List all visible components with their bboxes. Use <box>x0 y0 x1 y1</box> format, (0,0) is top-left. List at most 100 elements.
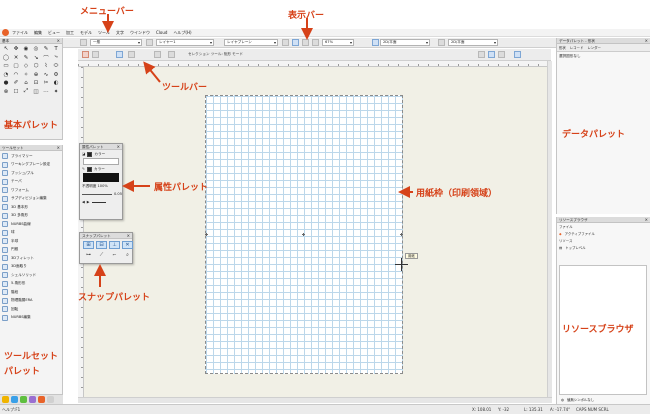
layer-snap-icon[interactable] <box>498 51 505 58</box>
menu-tools[interactable]: ツール <box>98 30 110 36</box>
vertical-scrollbar[interactable] <box>547 61 552 397</box>
close-icon[interactable]: × <box>57 38 60 44</box>
basic-tool-icon[interactable]: ◎ <box>31 45 41 54</box>
rect-mode-icon[interactable] <box>116 51 123 58</box>
toolset-tab-icon[interactable] <box>2 396 9 403</box>
menu-text[interactable]: 文字 <box>116 30 124 36</box>
class-snap-icon[interactable] <box>514 51 521 58</box>
tab-shape[interactable]: 形状 <box>559 45 566 50</box>
toolset-item[interactable]: 円錐 <box>0 246 62 255</box>
basic-tool-icon[interactable]: ⌇ <box>41 62 51 71</box>
basic-tool-icon[interactable]: ◔ <box>1 71 11 80</box>
basic-tool-icon[interactable]: ◫ <box>31 88 41 97</box>
toolset-item[interactable]: 3Dフィレット <box>0 254 62 263</box>
snap-tangent-icon[interactable]: ⟋ <box>96 251 107 258</box>
close-icon[interactable]: × <box>117 144 120 150</box>
opacity-row[interactable]: 不透明度 100% <box>80 182 122 190</box>
basic-tool-icon[interactable]: ⊗ <box>1 88 11 97</box>
marker-row[interactable]: ◀ ▶ <box>80 198 122 206</box>
class-icon[interactable] <box>80 39 87 46</box>
basic-tool-icon[interactable]: ✦ <box>51 88 61 97</box>
basic-tool-icon[interactable]: T <box>51 45 61 54</box>
basic-tool-icon[interactable]: ⬭ <box>51 62 61 71</box>
nav-icon[interactable] <box>282 39 289 46</box>
basic-tool-icon[interactable]: ⤷ <box>51 54 61 63</box>
snap-edge-icon[interactable]: ⌕ <box>122 251 133 258</box>
basic-tool-icon[interactable]: ⚙ <box>51 71 61 80</box>
resize-mode-icon[interactable] <box>92 51 99 58</box>
toolset-item[interactable]: NURBS編集 <box>0 314 62 323</box>
layer-icon[interactable] <box>146 39 153 46</box>
plane-select[interactable]: レイヤプレーン <box>224 39 278 46</box>
horizontal-scrollbar[interactable] <box>78 397 552 403</box>
toolset-item[interactable]: NURBS曲線 <box>0 220 62 229</box>
toolset-item[interactable]: ワーキングプレーン設定 <box>0 161 62 170</box>
menu-edit[interactable]: 編集 <box>34 30 42 36</box>
toolset-item[interactable]: 半球 <box>0 237 62 246</box>
view-icon[interactable] <box>292 39 299 46</box>
poly-mode-icon[interactable] <box>154 51 161 58</box>
toolset-tab-icon[interactable] <box>47 396 54 403</box>
pen-row[interactable]: ✎ カラー <box>80 165 122 173</box>
snap-angle-icon[interactable]: ⊥ <box>109 241 120 249</box>
close-icon[interactable]: × <box>127 233 130 239</box>
basic-tool-icon[interactable]: ◠ <box>11 71 21 80</box>
toolset-item[interactable]: 3D 基本形 <box>0 203 62 212</box>
toolset-item[interactable]: 物理階層ERA <box>0 297 62 306</box>
toolset-item[interactable]: サブディビジョン編集 <box>0 195 62 204</box>
toolset-item[interactable]: プライマリー <box>0 152 62 161</box>
zoom-select[interactable]: 67% <box>322 39 354 46</box>
menu-model[interactable]: モデル <box>80 30 92 36</box>
toolset-item[interactable]: シェルソリッド <box>0 271 62 280</box>
resource-select[interactable]: トップレベル <box>565 245 585 250</box>
basic-tool-icon[interactable]: ✂ <box>41 79 51 88</box>
tab-record[interactable]: レコード <box>570 45 584 50</box>
basic-tool-icon[interactable]: ◇ <box>21 62 31 71</box>
zoom-icon[interactable] <box>312 39 319 46</box>
snap-distance-icon[interactable]: ⊶ <box>83 251 94 258</box>
settings-icon[interactable] <box>168 51 175 58</box>
menu-modify[interactable]: 加工 <box>66 30 74 36</box>
flyover-icon[interactable] <box>302 39 309 46</box>
toolset-item[interactable]: テーパ <box>0 178 62 187</box>
toolset-item[interactable]: 回転 <box>0 305 62 314</box>
basic-tool-icon[interactable]: ⋯ <box>41 88 51 97</box>
select-mode-icon[interactable] <box>82 51 89 58</box>
toolset-item[interactable]: 階段 <box>0 288 62 297</box>
basic-tool-icon[interactable]: ✎ <box>21 54 31 63</box>
toolset-item[interactable]: 3D 多角形 <box>0 212 62 221</box>
toolset-tab-icon[interactable] <box>20 396 27 403</box>
resource-select-row[interactable]: ▤ トップレベル <box>557 244 650 251</box>
render-icon[interactable] <box>438 39 445 46</box>
toolset-tab-icon[interactable] <box>38 396 45 403</box>
file-select-row[interactable]: ◆ アクティブファイル <box>557 230 650 237</box>
basic-tool-icon[interactable]: ⊡ <box>31 79 41 88</box>
basic-tool-icon[interactable]: ✕ <box>11 54 21 63</box>
menu-view[interactable]: ビュー <box>48 30 60 36</box>
basic-tool-icon[interactable]: ☐ <box>11 88 21 97</box>
snap-object-icon[interactable]: ⊟ <box>96 241 107 249</box>
menu-help[interactable]: ヘルプ(H) <box>173 30 191 36</box>
basic-tool-icon[interactable]: ✎ <box>41 45 51 54</box>
toolset-item[interactable]: 球 <box>0 229 62 238</box>
snap-grid-icon[interactable]: ⊞ <box>83 241 94 249</box>
basic-tool-icon[interactable]: ∿ <box>41 71 51 80</box>
basic-tool-icon[interactable]: ▢ <box>11 62 21 71</box>
toolset-tab-icon[interactable] <box>11 396 18 403</box>
fill-row[interactable]: ◪ カラー <box>80 150 122 158</box>
toolset-item[interactable]: ワフォーム <box>0 186 62 195</box>
basic-tool-icon[interactable]: ↖ <box>1 45 11 54</box>
basic-tool-icon[interactable]: ◐ <box>51 79 61 88</box>
snap-point-icon[interactable]: ⌐ <box>109 251 120 258</box>
basic-tool-icon[interactable]: ⊕ <box>31 71 41 80</box>
close-icon[interactable]: × <box>645 38 648 44</box>
basic-tool-icon[interactable]: ✥ <box>11 45 21 54</box>
basic-tool-icon[interactable]: ⌂ <box>21 79 31 88</box>
basic-tool-icon[interactable]: ⤢ <box>21 88 31 97</box>
lasso-mode-icon[interactable] <box>128 51 135 58</box>
toolset-item[interactable]: 3D面取り <box>0 263 62 272</box>
class-select[interactable]: 一般 <box>90 39 142 46</box>
basic-tool-icon[interactable]: ▭ <box>1 62 11 71</box>
menu-window[interactable]: ウインドウ <box>130 30 150 36</box>
standard-view-icon[interactable] <box>372 39 379 46</box>
